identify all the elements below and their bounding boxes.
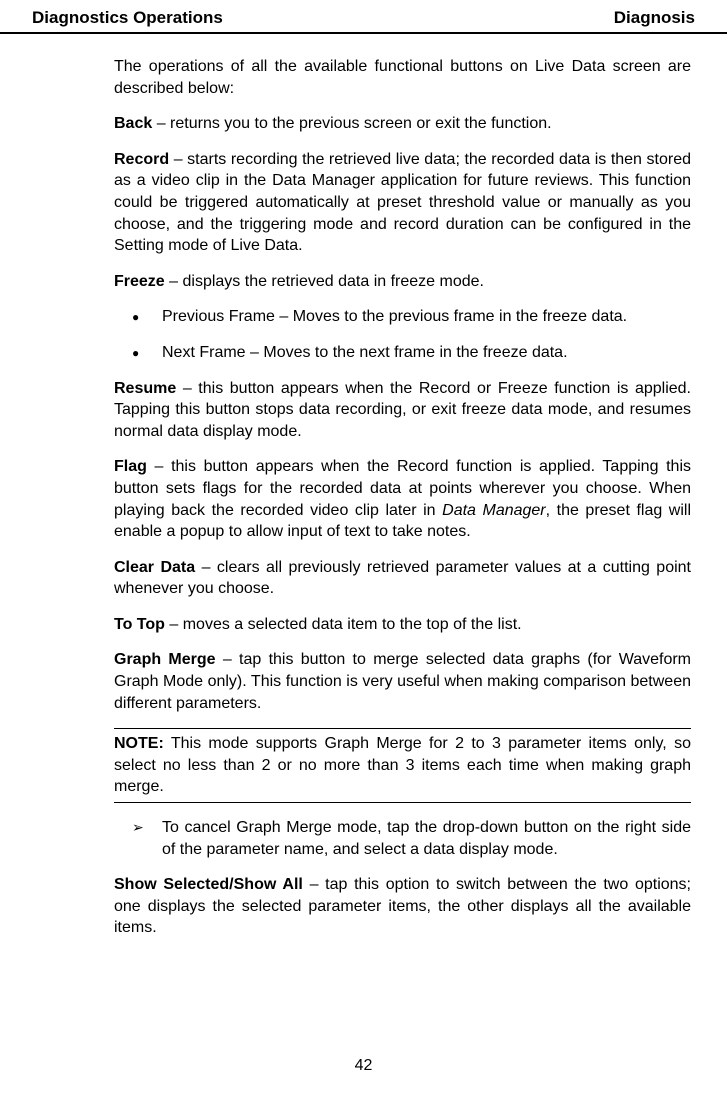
flag-app: Data Manager bbox=[442, 502, 546, 519]
page-header: Diagnostics Operations Diagnosis bbox=[0, 0, 727, 34]
flag-label: Flag bbox=[114, 458, 147, 475]
record-label: Record bbox=[114, 151, 169, 168]
note-box: NOTE: This mode supports Graph Merge for… bbox=[114, 728, 691, 803]
clear-label: Clear Data bbox=[114, 559, 195, 576]
clear-item: Clear Data – clears all previously retri… bbox=[114, 557, 691, 600]
back-label: Back bbox=[114, 115, 152, 132]
resume-item: Resume – this button appears when the Re… bbox=[114, 378, 691, 443]
freeze-item: Freeze – displays the retrieved data in … bbox=[114, 271, 691, 293]
page-number: 42 bbox=[0, 1057, 727, 1075]
graph-item: Graph Merge – tap this button to merge s… bbox=[114, 649, 691, 714]
show-label: Show Selected/Show All bbox=[114, 876, 303, 893]
intro-paragraph: The operations of all the available func… bbox=[114, 56, 691, 99]
note-label: NOTE: bbox=[114, 735, 164, 752]
freeze-bullets: Previous Frame – Moves to the previous f… bbox=[114, 306, 691, 363]
show-item: Show Selected/Show All – tap this option… bbox=[114, 874, 691, 939]
clear-desc: – clears all previously retrieved parame… bbox=[114, 559, 691, 598]
totop-desc: – moves a selected data item to the top … bbox=[165, 616, 522, 633]
graph-label: Graph Merge bbox=[114, 651, 216, 668]
freeze-desc: – displays the retrieved data in freeze … bbox=[165, 273, 484, 290]
back-item: Back – returns you to the previous scree… bbox=[114, 113, 691, 135]
list-item: Previous Frame – Moves to the previous f… bbox=[132, 306, 691, 328]
totop-item: To Top – moves a selected data item to t… bbox=[114, 614, 691, 636]
resume-desc: – this button appears when the Record or… bbox=[114, 380, 691, 440]
list-item: To cancel Graph Merge mode, tap the drop… bbox=[132, 817, 691, 860]
flag-item: Flag – this button appears when the Reco… bbox=[114, 456, 691, 542]
graph-cancel-list: To cancel Graph Merge mode, tap the drop… bbox=[114, 817, 691, 860]
header-right: Diagnosis bbox=[614, 8, 695, 28]
record-item: Record – starts recording the retrieved … bbox=[114, 149, 691, 257]
list-item: Next Frame – Moves to the next frame in … bbox=[132, 342, 691, 364]
totop-label: To Top bbox=[114, 616, 165, 633]
freeze-label: Freeze bbox=[114, 273, 165, 290]
record-desc: – starts recording the retrieved live da… bbox=[114, 151, 691, 254]
header-left: Diagnostics Operations bbox=[32, 8, 223, 28]
note-desc: This mode supports Graph Merge for 2 to … bbox=[114, 735, 691, 795]
page-content: The operations of all the available func… bbox=[0, 34, 727, 939]
resume-label: Resume bbox=[114, 380, 176, 397]
back-desc: – returns you to the previous screen or … bbox=[152, 115, 551, 132]
